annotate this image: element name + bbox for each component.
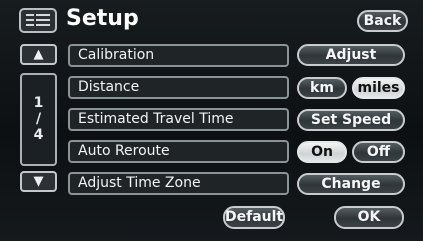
back-button[interactable]: Back xyxy=(357,10,408,32)
on-button[interactable]: On xyxy=(297,141,347,163)
setup-screen: Setup Back ▲ 1 / 4 ▼ Calibration Adjust … xyxy=(0,0,423,241)
up-arrow-icon: ▲ xyxy=(33,47,44,62)
set-speed-button[interactable]: Set Speed xyxy=(297,109,405,131)
down-arrow-icon: ▼ xyxy=(33,174,44,189)
row-label-distance: Distance xyxy=(68,76,289,99)
list-icon xyxy=(26,14,50,29)
page-title: Setup xyxy=(66,6,139,31)
row-label-auto-reroute: Auto Reroute xyxy=(68,140,289,163)
page-current: 1 xyxy=(33,95,44,111)
off-button[interactable]: Off xyxy=(352,141,405,163)
miles-button[interactable]: miles xyxy=(352,77,405,99)
default-button[interactable]: Default xyxy=(223,206,285,229)
row-label-calibration: Calibration xyxy=(68,44,289,67)
ok-button[interactable]: OK xyxy=(334,206,404,229)
page-total: 4 xyxy=(33,127,44,143)
row-label-adjust-time-zone: Adjust Time Zone xyxy=(68,172,289,195)
km-button[interactable]: km xyxy=(297,77,347,99)
page-down-button[interactable]: ▼ xyxy=(20,171,57,192)
page-indicator: 1 / 4 xyxy=(20,73,57,166)
page-separator: / xyxy=(35,111,42,127)
adjust-button[interactable]: Adjust xyxy=(297,44,405,66)
change-button[interactable]: Change xyxy=(297,173,405,195)
menu-button[interactable] xyxy=(19,8,57,33)
page-up-button[interactable]: ▲ xyxy=(20,44,57,65)
row-label-estimated-travel-time: Estimated Travel Time xyxy=(68,108,289,131)
